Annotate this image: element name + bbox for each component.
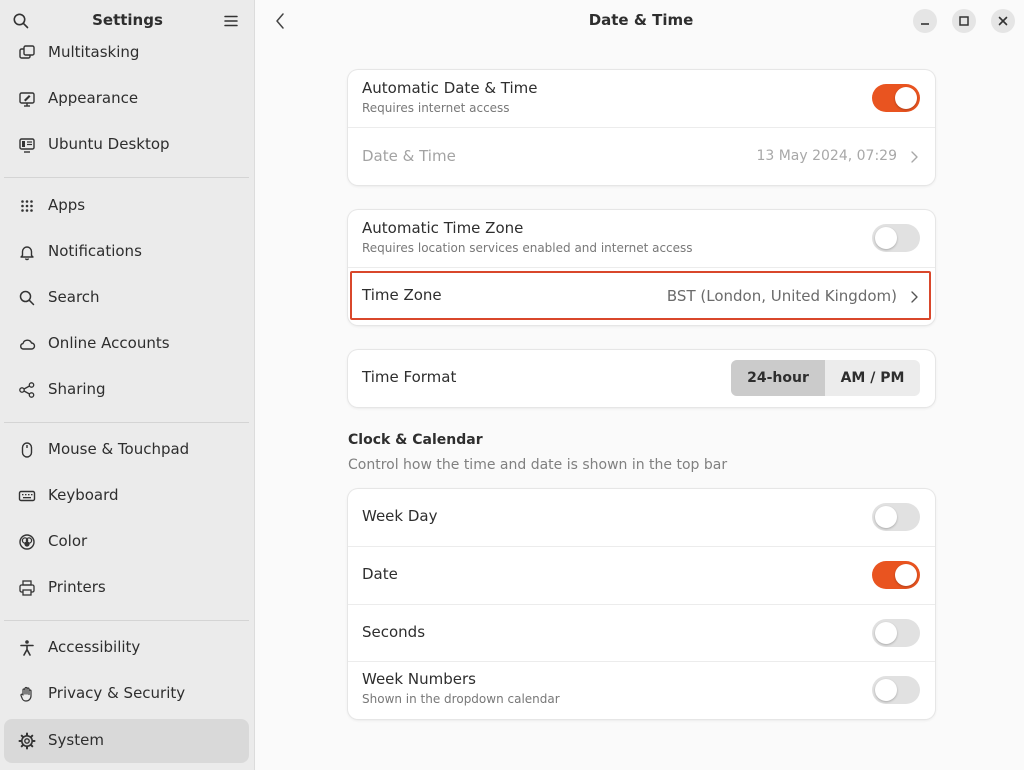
time-format-card: Time Format 24-hour AM / PM	[348, 350, 935, 407]
sidebar-item-printers[interactable]: Printers	[4, 566, 249, 610]
chevron-right-icon	[909, 149, 919, 163]
clock-calendar-card: Week Day Date Seconds Week Numbers Shown…	[348, 489, 935, 719]
bell-icon	[18, 243, 36, 261]
mouse-icon	[18, 441, 36, 459]
close-button[interactable]	[991, 9, 1015, 33]
sidebar-separator	[4, 620, 249, 621]
sidebar-item-search[interactable]: Search	[4, 276, 249, 320]
week-numbers-row[interactable]: Week Numbers Shown in the dropdown calen…	[348, 662, 935, 719]
week-day-toggle[interactable]	[872, 503, 920, 531]
share-icon	[18, 381, 36, 399]
header-bar: Date & Time	[256, 0, 1024, 42]
sidebar-item-label: Notifications	[48, 242, 142, 260]
page-title: Date & Time	[588, 11, 694, 29]
sidebar-item-label: Multitasking	[48, 43, 140, 61]
minimize-button[interactable]	[913, 9, 937, 33]
auto-datetime-subtitle: Requires internet access	[362, 101, 510, 115]
sidebar-title: Settings	[92, 11, 163, 29]
sidebar-item-multitasking[interactable]: Multitasking	[4, 42, 249, 75]
sidebar-item-mouse-touchpad[interactable]: Mouse & Touchpad	[4, 428, 249, 472]
auto-datetime-toggle[interactable]	[872, 84, 920, 112]
date-time-title: Date & Time	[362, 147, 456, 165]
sidebar-item-label: System	[48, 731, 104, 749]
sidebar-item-label: Search	[48, 288, 100, 306]
keyboard-icon	[18, 487, 36, 505]
date-time-row[interactable]: Date & Time 13 May 2024, 07:29	[348, 128, 935, 185]
sidebar-header: Settings	[0, 0, 255, 42]
week-day-title: Week Day	[362, 507, 438, 525]
time-format-title: Time Format	[362, 368, 457, 386]
sidebar-separator	[4, 422, 249, 423]
toggle-knob	[875, 506, 897, 528]
hand-icon	[18, 685, 36, 703]
sidebar-item-label: Color	[48, 532, 88, 550]
datetime-card: Automatic Date & Time Requires internet …	[348, 70, 935, 185]
sidebar-item-label: Accessibility	[48, 638, 141, 656]
time-format-selector: 24-hour AM / PM	[731, 360, 920, 396]
sidebar-item-apps[interactable]: Apps	[4, 184, 249, 228]
seconds-toggle[interactable]	[872, 619, 920, 647]
auto-datetime-title: Automatic Date & Time	[362, 79, 538, 97]
auto-timezone-toggle[interactable]	[872, 224, 920, 252]
seconds-title: Seconds	[362, 623, 426, 641]
week-numbers-subtitle: Shown in the dropdown calendar	[362, 692, 560, 706]
sidebar-item-color[interactable]: Color	[4, 520, 249, 564]
sidebar-item-label: Sharing	[48, 380, 106, 398]
toggle-knob	[875, 679, 897, 701]
date-row[interactable]: Date	[348, 547, 935, 604]
clock-calendar-description: Control how the time and date is shown i…	[348, 457, 728, 473]
auto-timezone-title: Automatic Time Zone	[362, 219, 524, 237]
sidebar-item-label: Mouse & Touchpad	[48, 440, 190, 458]
toggle-knob	[895, 87, 917, 109]
format-am-pm-button[interactable]: AM / PM	[825, 360, 920, 396]
sidebar-item-privacy-security[interactable]: Privacy & Security	[4, 672, 249, 716]
week-day-row[interactable]: Week Day	[348, 489, 935, 546]
appearance-icon	[18, 90, 36, 108]
seconds-row[interactable]: Seconds	[348, 605, 935, 662]
sidebar-item-appearance[interactable]: Appearance	[4, 77, 249, 121]
search-icon	[18, 289, 36, 307]
sidebar-item-label: Appearance	[48, 89, 139, 107]
date-title: Date	[362, 565, 398, 583]
week-numbers-title: Week Numbers	[362, 670, 476, 688]
time-zone-highlight	[350, 271, 931, 320]
sidebar-list: Multitasking Appearance Ubuntu Desktop A…	[0, 42, 255, 770]
sidebar-item-sharing[interactable]: Sharing	[4, 368, 249, 412]
maximize-button[interactable]	[952, 9, 976, 33]
accessibility-icon	[18, 639, 36, 657]
hamburger-menu-icon[interactable]	[222, 12, 240, 30]
sidebar-item-ubuntu-desktop[interactable]: Ubuntu Desktop	[4, 123, 249, 167]
date-toggle[interactable]	[872, 561, 920, 589]
ubuntu-desktop-icon	[18, 136, 36, 154]
printer-icon	[18, 579, 36, 597]
multitasking-icon	[18, 44, 36, 62]
cloud-icon	[18, 335, 36, 353]
sidebar-item-system[interactable]: System	[4, 719, 249, 763]
sidebar: Settings Multitasking Appearance Ubuntu …	[0, 0, 255, 770]
sidebar-item-accessibility[interactable]: Accessibility	[4, 626, 249, 670]
sidebar-item-notifications[interactable]: Notifications	[4, 230, 249, 274]
toggle-knob	[875, 227, 897, 249]
sidebar-separator	[4, 177, 249, 178]
sidebar-item-label: Online Accounts	[48, 334, 170, 352]
sidebar-item-label: Apps	[48, 196, 86, 214]
sidebar-item-keyboard[interactable]: Keyboard	[4, 474, 249, 518]
sidebar-item-online-accounts[interactable]: Online Accounts	[4, 322, 249, 366]
sidebar-item-label: Printers	[48, 578, 106, 596]
toggle-knob	[875, 622, 897, 644]
sidebar-item-label: Privacy & Security	[48, 684, 186, 702]
sidebar-item-label: Ubuntu Desktop	[48, 135, 170, 153]
toggle-knob	[895, 564, 917, 586]
auto-datetime-row[interactable]: Automatic Date & Time Requires internet …	[348, 70, 935, 127]
apps-grid-icon	[18, 197, 36, 215]
gear-icon	[18, 732, 36, 750]
sidebar-item-label: Keyboard	[48, 486, 119, 504]
format-24-hour-button[interactable]: 24-hour	[731, 360, 825, 396]
date-time-value: 13 May 2024, 07:29	[756, 148, 897, 164]
auto-timezone-subtitle: Requires location services enabled and i…	[362, 241, 693, 255]
clock-calendar-heading: Clock & Calendar	[348, 432, 483, 448]
color-icon	[18, 533, 36, 551]
week-numbers-toggle[interactable]	[872, 676, 920, 704]
auto-timezone-row[interactable]: Automatic Time Zone Requires location se…	[348, 210, 935, 267]
